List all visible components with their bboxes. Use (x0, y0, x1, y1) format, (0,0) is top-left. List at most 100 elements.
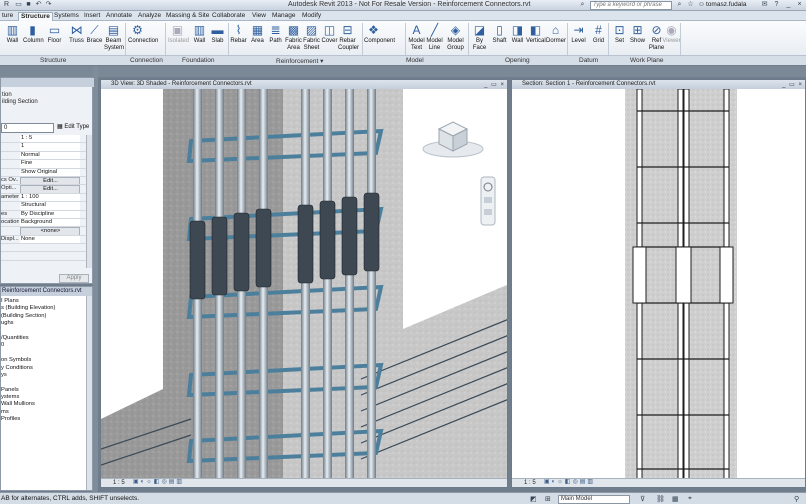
ribbon-button-isolated[interactable]: ▣ Isolated (168, 23, 189, 45)
ribbon-button-rebar-coupler[interactable]: ⊟ Rebar Coupler (338, 23, 359, 51)
property-edit-button[interactable]: Edit... (20, 176, 80, 185)
section-view-scale[interactable]: 1 : 5 (524, 480, 536, 486)
tab-massing-site[interactable]: Massing & Site (164, 12, 211, 21)
search-icon[interactable]: ⌕ (578, 1, 587, 9)
properties-scrollbar[interactable] (86, 135, 92, 268)
type-selector[interactable]: tion ilding Section (2, 92, 38, 106)
ribbon-button-viewer[interactable]: ◉ Viewer (662, 23, 681, 45)
section-view-canvas[interactable] (512, 89, 806, 480)
ribbon-button-cover[interactable]: ◫ Cover (320, 23, 339, 45)
property-row[interactable] (1, 244, 87, 253)
ribbon-button-model-line[interactable]: ╱ Model Line (425, 23, 444, 51)
tree-node[interactable]: on Symbols (1, 357, 87, 364)
property-row[interactable]: cs Ov... Edit... (1, 176, 87, 186)
active-model-selector[interactable]: Main Model (558, 495, 630, 504)
property-value[interactable]: Fine (20, 160, 80, 168)
ribbon-button-path[interactable]: ≣ Path (266, 23, 285, 45)
ribbon-button-fabric-area[interactable]: ▩ Fabric Area (284, 23, 303, 51)
ribbon-button-shaft[interactable]: ▯ Shaft (490, 23, 509, 45)
tree-node[interactable]: Profiles (1, 416, 87, 423)
tree-node[interactable]: I Plans (1, 298, 87, 305)
tree-node[interactable]: ms (1, 409, 87, 416)
section-view-window[interactable]: Section: Section 1 - Reinforcement Conne… (511, 79, 806, 488)
view-3d-scale[interactable]: 1 : 5 (113, 480, 125, 486)
tab-analyze[interactable]: Analyze (136, 12, 163, 21)
property-row[interactable]: <none> (1, 227, 87, 236)
tab-systems[interactable]: Systems (52, 12, 81, 21)
tree-node[interactable] (1, 379, 87, 386)
tab-collaborate[interactable]: Collaborate (210, 12, 247, 21)
ribbon-button-model-text[interactable]: A Model Text (407, 23, 426, 51)
tree-node[interactable]: Panels (1, 387, 87, 394)
browser-scrollbar[interactable] (86, 296, 92, 490)
worksets-icon[interactable]: ◩ (530, 495, 537, 503)
panel-label-model[interactable]: Model (406, 57, 424, 64)
property-row[interactable]: Normal (1, 151, 87, 161)
property-row[interactable]: 1 (1, 143, 87, 152)
tree-node[interactable]: /Quantities (1, 335, 87, 342)
tree-node[interactable]: s (Building Elevation) (1, 305, 87, 312)
panel-label-datum[interactable]: Datum (579, 57, 598, 64)
navigation-bar[interactable] (480, 176, 496, 226)
view-3d-title[interactable]: 3D View: 3D Shaded - Reinforcement Conne… (101, 80, 507, 89)
property-value[interactable]: 1 (20, 143, 80, 151)
view-3d-canvas[interactable] (101, 89, 508, 480)
apply-button[interactable]: Apply (59, 274, 89, 283)
tree-node[interactable]: (Building Section) (1, 313, 87, 320)
tab-ture[interactable]: ture (0, 12, 15, 21)
ribbon-button-rebar[interactable]: ⌇ Rebar (229, 23, 248, 45)
ribbon-button-show[interactable]: ⊞ Show (628, 23, 647, 45)
panel-label-work-plane[interactable]: Work Plane (630, 57, 663, 64)
section-view-window-controls[interactable]: _ ▭ × (782, 81, 803, 88)
tree-node[interactable]: y Conditions (1, 365, 87, 372)
tree-node[interactable] (1, 328, 87, 335)
property-edit-button[interactable]: <none> (20, 227, 80, 235)
ribbon-button-beam-system[interactable]: ▤ Beam System (104, 23, 124, 51)
panel-label-reinforcement-[interactable]: Reinforcement ▾ (276, 57, 323, 65)
tree-node[interactable]: Wall Mullions (1, 401, 87, 408)
tree-node[interactable]: ystems (1, 394, 87, 401)
minimize-icon[interactable]: _ (784, 1, 793, 9)
ribbon-button-set[interactable]: ⊡ Set (610, 23, 629, 45)
section-view-title[interactable]: Section: Section 1 - Reinforcement Conne… (512, 80, 805, 89)
tab-structure[interactable]: Structure (18, 12, 53, 21)
user-icon[interactable]: ☺ (697, 1, 706, 9)
property-edit-button[interactable]: Edit... (20, 185, 80, 193)
tab-annotate[interactable]: Annotate (104, 12, 134, 21)
ribbon-button-model-group[interactable]: ◈ Model Group (446, 23, 465, 51)
tab-insert[interactable]: Insert (82, 12, 102, 21)
property-value[interactable]: None (20, 235, 80, 244)
ribbon-button-wall[interactable]: ▥ Wall (190, 23, 209, 45)
panel-label-opening[interactable]: Opening (505, 57, 530, 64)
exchange-icon[interactable]: ✉ (760, 1, 769, 9)
save-icon[interactable]: ■ (24, 1, 33, 9)
select-links-icon[interactable]: ⛓ (656, 495, 665, 503)
tree-node[interactable]: 0 (1, 342, 87, 349)
ribbon-button-floor[interactable]: ▭ Floor (45, 23, 64, 45)
ribbon-button-wall[interactable]: ◨ Wall (508, 23, 527, 45)
ribbon-button-fabric-sheet[interactable]: ▨ Fabric Sheet (302, 23, 321, 51)
filter-icon[interactable]: ⊽ (640, 495, 645, 503)
property-row[interactable]: ameter...1 : 100 (1, 193, 87, 203)
subscription-icon[interactable]: ☆ (686, 1, 695, 9)
ribbon-button-brace[interactable]: ⟋ Brace (85, 23, 104, 45)
properties-header[interactable] (1, 78, 94, 87)
instance-filter-combo[interactable]: 0 (1, 123, 54, 133)
view-3d-window-controls[interactable]: _ ▭ × (484, 81, 505, 88)
ribbon-button-dormer[interactable]: ⌂ Dormer (546, 23, 566, 45)
ribbon-button-column[interactable]: ▮ Column (23, 23, 44, 45)
tab-manage[interactable]: Manage (270, 12, 298, 21)
view-3d-control-icons[interactable]: ▣◐☼◧◎▤▥ (133, 478, 184, 486)
ribbon-button-wall[interactable]: ▥ Wall (3, 23, 22, 45)
ribbon-button-by-face[interactable]: ◪ By Face (470, 23, 489, 51)
open-icon[interactable]: ▭ (14, 1, 23, 9)
property-row[interactable]: 1 : 5 (1, 135, 87, 144)
property-row[interactable]: Show Original (1, 168, 87, 177)
project-browser-title[interactable]: Reinforcement Connectors.rvt (1, 287, 92, 296)
design-options-icon[interactable]: ⊞ (545, 495, 551, 503)
close-icon[interactable]: × (795, 1, 804, 9)
select-underlay-icon[interactable]: ▦ (672, 495, 679, 503)
help-icon[interactable]: ? (772, 1, 781, 9)
property-value[interactable]: Show Original (20, 168, 80, 176)
property-row[interactable]: Fine (1, 160, 87, 169)
